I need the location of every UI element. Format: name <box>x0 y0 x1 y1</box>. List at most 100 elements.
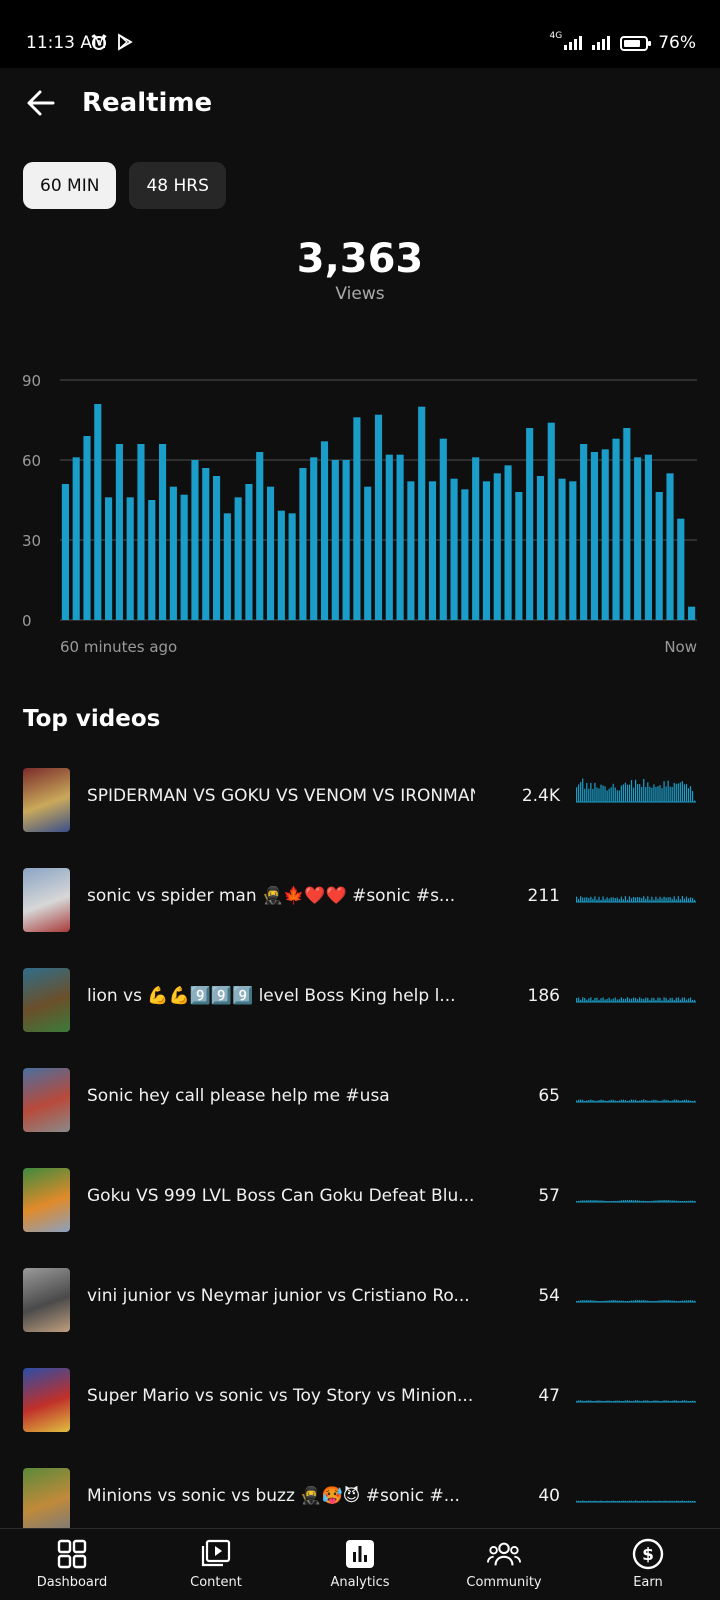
chart-bar[interactable] <box>277 510 285 620</box>
back-button[interactable] <box>22 84 60 122</box>
chart-bar[interactable] <box>493 473 501 620</box>
chart-bar[interactable] <box>655 492 663 620</box>
chart-bar[interactable] <box>72 457 80 620</box>
chart-bar[interactable] <box>148 500 156 620</box>
chart-bar[interactable] <box>180 494 188 620</box>
chart-bar[interactable] <box>644 454 652 620</box>
sparkline-bar <box>639 784 641 802</box>
chart-bar[interactable] <box>94 404 102 620</box>
nav-analytics[interactable]: Analytics <box>288 1529 432 1600</box>
arrow-left-icon <box>27 90 55 116</box>
sparkline-bar <box>641 786 643 802</box>
chart-bar[interactable] <box>105 497 113 620</box>
chart-bar[interactable] <box>299 468 307 620</box>
chart-bar[interactable] <box>364 486 372 620</box>
chart-bar[interactable] <box>331 460 339 620</box>
video-thumbnail <box>23 768 70 832</box>
chart-bar[interactable] <box>256 452 264 620</box>
signal-icon-2 <box>592 36 611 50</box>
chart-bar[interactable] <box>385 454 393 620</box>
chart-bar[interactable] <box>677 518 685 620</box>
chart-bar[interactable] <box>612 438 620 620</box>
top-videos-title: Top videos <box>23 706 161 732</box>
sparkline-bar <box>592 789 594 802</box>
chart-bar[interactable] <box>569 481 577 620</box>
chart-bar[interactable] <box>396 454 404 620</box>
chart-bar[interactable] <box>212 476 221 620</box>
sparkline-bar <box>685 784 688 802</box>
nav-content[interactable]: Content <box>144 1529 288 1600</box>
chart-bar[interactable] <box>504 465 512 620</box>
chart-bar[interactable] <box>461 489 469 620</box>
top-videos-list: SPIDERMAN VS GOKU VS VENOM VS IRONMAN...… <box>0 766 720 1566</box>
chart-bar[interactable] <box>191 460 199 620</box>
chart-bar[interactable] <box>482 481 491 620</box>
chart-bar[interactable] <box>126 497 134 620</box>
chart-bar[interactable] <box>374 414 383 620</box>
sparkline-bar <box>588 898 590 902</box>
chart-bar[interactable] <box>137 444 145 620</box>
sparkline-bar <box>643 778 645 802</box>
sparkline-bar <box>596 787 598 802</box>
chart-bar[interactable] <box>590 452 598 620</box>
video-sparkline <box>576 1199 696 1203</box>
chart-bar[interactable] <box>450 478 458 620</box>
chart-bar[interactable] <box>634 457 642 620</box>
nav-community[interactable]: Community <box>432 1529 576 1600</box>
chart-bar[interactable] <box>342 460 350 620</box>
video-row[interactable]: vini junior vs Neymar junior vs Cristian… <box>0 1266 720 1366</box>
signal-icon <box>564 36 583 50</box>
sparkline-bar <box>584 788 586 802</box>
video-row[interactable]: lion vs 💪💪9️⃣9️⃣9️⃣ level Boss King help… <box>0 966 720 1066</box>
chart-bar[interactable] <box>536 476 545 620</box>
tab-48-hrs[interactable]: 48 HRS <box>129 162 226 209</box>
chart-bar[interactable] <box>666 473 674 620</box>
sparkline-bar <box>576 787 578 802</box>
video-row[interactable]: sonic vs spider man 🥷🍁❤️❤️ #sonic #s... 2… <box>0 866 720 966</box>
sparkline-bar <box>612 897 614 902</box>
chart-bar[interactable] <box>310 457 318 620</box>
chart-bar[interactable] <box>353 417 361 620</box>
sparkline-bar <box>637 897 639 902</box>
chart-bar[interactable] <box>245 484 253 620</box>
nav-dashboard[interactable]: Dashboard <box>0 1529 144 1600</box>
chart-bar[interactable] <box>688 606 696 620</box>
chart-bar[interactable] <box>115 444 123 620</box>
video-row[interactable]: Goku VS 999 LVL Boss Can Goku Defeat Blu… <box>0 1166 720 1266</box>
chart-bar[interactable] <box>472 457 480 620</box>
video-row[interactable]: Sonic hey call please help me #usa 65 <box>0 1066 720 1166</box>
chart-bar[interactable] <box>558 478 566 620</box>
sparkline-bar <box>600 998 602 1002</box>
sparkline-bar <box>614 997 616 1002</box>
chart-bar[interactable] <box>547 422 555 620</box>
chart-bar[interactable] <box>234 497 242 620</box>
sparkline-bar <box>675 783 677 802</box>
video-row[interactable]: Super Mario vs sonic vs Toy Story vs Min… <box>0 1366 720 1466</box>
chart-bar[interactable] <box>407 481 415 620</box>
chart-bar[interactable] <box>159 444 167 620</box>
sparkline-bar <box>616 897 618 902</box>
chart-bar[interactable] <box>169 486 177 620</box>
chart-bar[interactable] <box>428 481 437 620</box>
chart-bar[interactable] <box>580 444 588 620</box>
chart-bar[interactable] <box>266 486 275 620</box>
sparkline-bar <box>582 897 584 902</box>
sparkline-bar <box>657 997 659 1002</box>
chart-bar[interactable] <box>526 428 534 620</box>
chart-bar[interactable] <box>320 441 329 620</box>
chart-bar[interactable] <box>83 436 91 620</box>
video-row[interactable]: SPIDERMAN VS GOKU VS VENOM VS IRONMAN...… <box>0 766 720 866</box>
sparkline-bar <box>689 997 692 1002</box>
chart-bar[interactable] <box>223 513 231 620</box>
chart-bar[interactable] <box>515 492 523 620</box>
chart-bar[interactable] <box>288 513 296 620</box>
tab-60-min[interactable]: 60 MIN <box>23 162 117 209</box>
chart-bar[interactable] <box>61 484 69 620</box>
nav-earn[interactable]: $ Earn <box>576 1529 720 1600</box>
chart-bar[interactable] <box>439 438 447 620</box>
sparkline-bar <box>620 896 622 902</box>
chart-bar[interactable] <box>601 449 609 620</box>
chart-bar[interactable] <box>418 406 426 620</box>
chart-bar[interactable] <box>202 468 210 620</box>
chart-bar[interactable] <box>623 428 631 620</box>
